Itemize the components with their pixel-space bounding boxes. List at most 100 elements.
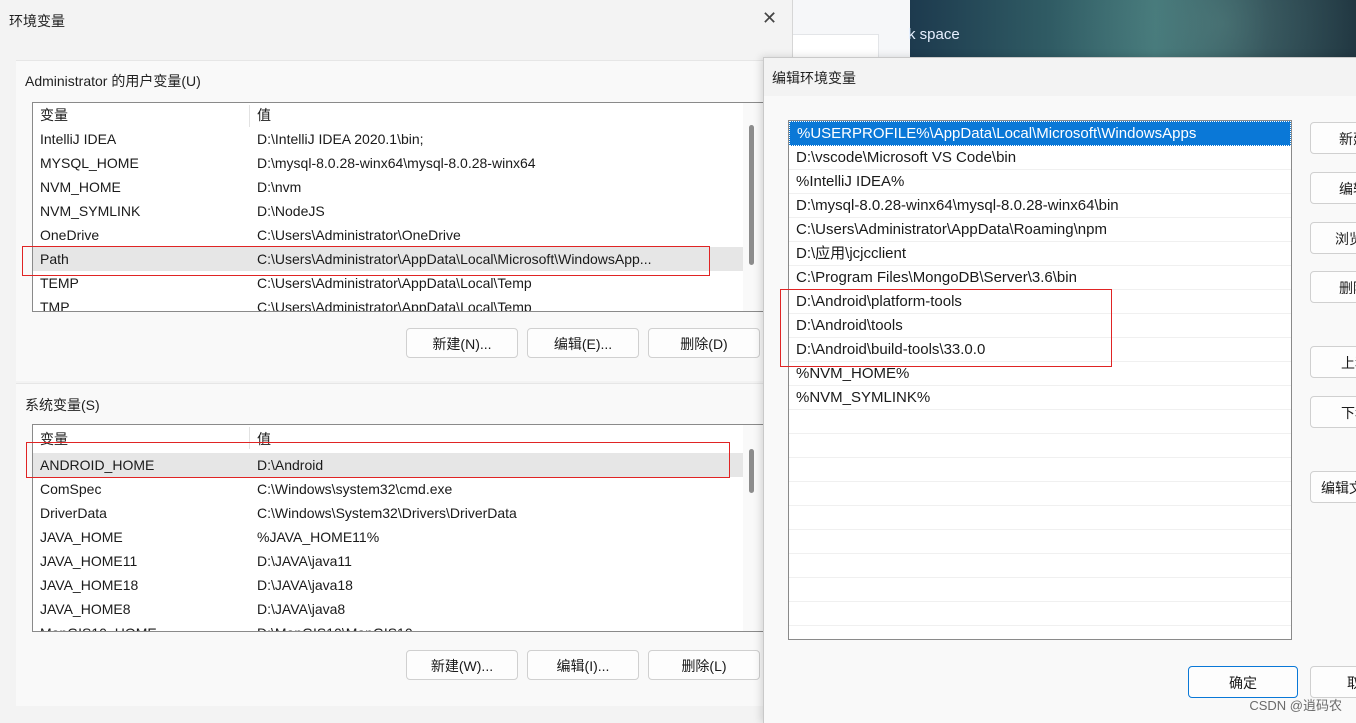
system-variables-label: 系统变量(S) bbox=[25, 397, 100, 413]
table-row[interactable]: TEMP C:\Users\Administrator\AppData\Local… bbox=[33, 271, 763, 295]
variable-value: C:\Users\Administrator\AppData\Local\Tem… bbox=[257, 275, 532, 291]
cancel-button[interactable]: 取消 bbox=[1310, 666, 1356, 698]
dialog-title: 环境变量 bbox=[9, 13, 65, 29]
list-item-empty[interactable] bbox=[789, 410, 1291, 434]
list-item[interactable]: D:\Android\build-tools\33.0.0 bbox=[789, 338, 1291, 362]
table-row-selected[interactable]: Path C:\Users\Administrator\AppData\Local… bbox=[33, 247, 763, 271]
variable-name: IntelliJ IDEA bbox=[40, 131, 117, 147]
scrollbar[interactable] bbox=[743, 425, 763, 631]
variable-name: JAVA_HOME bbox=[40, 529, 123, 545]
column-header-variable[interactable]: 变量 bbox=[40, 103, 68, 127]
variable-value: D:\Android bbox=[257, 457, 324, 473]
variable-name: JAVA_HOME18 bbox=[40, 577, 139, 593]
table-row[interactable]: NVM_SYMLINK D:\NodeJS bbox=[33, 199, 763, 223]
edit-env-variable-dialog: 编辑环境变量 %USERPROFILE%\AppData\Local\Micro… bbox=[763, 57, 1356, 723]
list-item-empty[interactable] bbox=[789, 482, 1291, 506]
edit-button[interactable]: 编辑(E) bbox=[1310, 172, 1356, 204]
scrollbar-thumb[interactable] bbox=[749, 449, 754, 493]
scrollbar[interactable] bbox=[743, 103, 763, 311]
variable-value: C:\Windows\System32\Drivers\DriverData bbox=[257, 505, 517, 521]
table-row[interactable]: JAVA_HOME8 D:\JAVA\java8 bbox=[33, 597, 763, 621]
move-up-button[interactable]: 上移(U) bbox=[1310, 346, 1356, 378]
table-row[interactable]: JAVA_HOME18 D:\JAVA\java18 bbox=[33, 573, 763, 597]
variable-value: D:\NodeJS bbox=[257, 203, 325, 219]
variable-value: D:\nvm bbox=[257, 179, 302, 195]
column-divider[interactable] bbox=[249, 105, 250, 127]
edit-text-button[interactable]: 编辑文本(T)... bbox=[1310, 471, 1356, 503]
table-row[interactable]: TMP C:\Users\Administrator\AppData\Local\… bbox=[33, 295, 763, 312]
dialog-titlebar: 编辑环境变量 bbox=[764, 58, 1356, 96]
background-link[interactable]: k space bbox=[908, 26, 960, 43]
variable-name: DriverData bbox=[40, 505, 107, 521]
list-item[interactable]: D:\mysql-8.0.28-winx64\mysql-8.0.28-winx… bbox=[789, 194, 1291, 218]
table-row[interactable]: MYSQL_HOME D:\mysql-8.0.28-winx64\mysql-8… bbox=[33, 151, 763, 175]
list-item[interactable]: C:\Program Files\MongoDB\Server\3.6\bin bbox=[789, 266, 1291, 290]
table-row[interactable]: JAVA_HOME11 D:\JAVA\java11 bbox=[33, 549, 763, 573]
list-header: 变量 值 bbox=[33, 425, 763, 453]
variable-name: ANDROID_HOME bbox=[40, 457, 155, 473]
table-row[interactable]: DriverData C:\Windows\System32\Drivers\Dr… bbox=[33, 501, 763, 525]
move-down-button[interactable]: 下移(O) bbox=[1310, 396, 1356, 428]
variable-name: NVM_SYMLINK bbox=[40, 203, 141, 219]
system-delete-button[interactable]: 删除(L) bbox=[648, 650, 760, 680]
list-item[interactable]: %NVM_HOME% bbox=[789, 362, 1291, 386]
close-icon[interactable]: ✕ bbox=[762, 8, 777, 29]
list-item[interactable]: C:\Users\Administrator\AppData\Roaming\n… bbox=[789, 218, 1291, 242]
list-item[interactable]: D:\应用\jcjcclient bbox=[789, 242, 1291, 266]
column-header-variable[interactable]: 变量 bbox=[40, 425, 68, 453]
variable-name: JAVA_HOME11 bbox=[40, 553, 138, 569]
scrollbar-thumb[interactable] bbox=[749, 125, 754, 265]
variable-value: D:\JAVA\java18 bbox=[257, 577, 353, 593]
delete-button[interactable]: 删除(D) bbox=[1310, 271, 1356, 303]
list-item-selected[interactable]: %USERPROFILE%\AppData\Local\Microsoft\Wi… bbox=[789, 121, 1291, 146]
system-new-button[interactable]: 新建(W)... bbox=[406, 650, 518, 680]
path-list[interactable]: %USERPROFILE%\AppData\Local\Microsoft\Wi… bbox=[788, 120, 1292, 640]
ok-button[interactable]: 确定 bbox=[1188, 666, 1298, 698]
variable-value: C:\Users\Administrator\AppData\Local\Mic… bbox=[257, 251, 652, 267]
variable-value: D:\JAVA\java8 bbox=[257, 601, 346, 617]
column-header-value[interactable]: 值 bbox=[257, 103, 735, 127]
variable-name: TMP bbox=[40, 299, 70, 312]
column-divider[interactable] bbox=[249, 427, 250, 449]
browse-button[interactable]: 浏览(B)... bbox=[1310, 222, 1356, 254]
column-header-value[interactable]: 值 bbox=[257, 425, 735, 453]
user-new-button[interactable]: 新建(N)... bbox=[406, 328, 518, 358]
variable-value: D:\mysql-8.0.28-winx64\mysql-8.0.28-winx… bbox=[257, 155, 536, 171]
background-image bbox=[910, 0, 1356, 60]
variable-name: Path bbox=[40, 251, 69, 267]
user-delete-button[interactable]: 删除(D) bbox=[648, 328, 760, 358]
table-row[interactable]: NVM_HOME D:\nvm bbox=[33, 175, 763, 199]
system-edit-button[interactable]: 编辑(I)... bbox=[527, 650, 639, 680]
variable-value: D:\IntelliJ IDEA 2020.1\bin; bbox=[257, 131, 424, 147]
table-row-selected[interactable]: ANDROID_HOME D:\Android bbox=[33, 453, 763, 477]
list-item[interactable]: %IntelliJ IDEA% bbox=[789, 170, 1291, 194]
list-item[interactable]: D:\vscode\Microsoft VS Code\bin bbox=[789, 146, 1291, 170]
user-variables-list[interactable]: 变量 值 IntelliJ IDEA D:\IntelliJ IDEA 2020.… bbox=[32, 102, 764, 312]
user-edit-button[interactable]: 编辑(E)... bbox=[527, 328, 639, 358]
variable-name: MYSQL_HOME bbox=[40, 155, 139, 171]
variable-value: D:\MapGIS10\MapGIS10 bbox=[257, 621, 735, 631]
variable-value: C:\Users\Administrator\AppData\Local\Tem… bbox=[257, 299, 532, 312]
table-row[interactable]: JAVA_HOME %JAVA_HOME11% bbox=[33, 525, 763, 549]
list-item-empty[interactable] bbox=[789, 554, 1291, 578]
table-row[interactable]: OneDrive C:\Users\Administrator\OneDrive bbox=[33, 223, 763, 247]
list-item-empty[interactable] bbox=[789, 578, 1291, 602]
list-header: 变量 值 bbox=[33, 103, 763, 127]
variable-name: MapGIS10_HOME bbox=[40, 621, 157, 631]
list-item[interactable]: %NVM_SYMLINK% bbox=[789, 386, 1291, 410]
list-item-empty[interactable] bbox=[789, 602, 1291, 626]
table-row[interactable]: IntelliJ IDEA D:\IntelliJ IDEA 2020.1\bin… bbox=[33, 127, 763, 151]
new-button[interactable]: 新建(N) bbox=[1310, 122, 1356, 154]
table-row[interactable]: MapGIS10_HOME D:\MapGIS10\MapGIS10 bbox=[33, 621, 763, 631]
list-item[interactable]: D:\Android\platform-tools bbox=[789, 290, 1291, 314]
list-item-empty[interactable] bbox=[789, 434, 1291, 458]
variable-value: C:\Windows\system32\cmd.exe bbox=[257, 481, 453, 497]
list-item-empty[interactable] bbox=[789, 530, 1291, 554]
table-row[interactable]: ComSpec C:\Windows\system32\cmd.exe bbox=[33, 477, 763, 501]
user-variables-label: Administrator 的用户变量(U) bbox=[25, 73, 201, 89]
list-item[interactable]: D:\Android\tools bbox=[789, 314, 1291, 338]
list-item-empty[interactable] bbox=[789, 506, 1291, 530]
system-variables-list[interactable]: 变量 值 ANDROID_HOME D:\Android ComSpec C:\Wi… bbox=[32, 424, 764, 632]
list-item-empty[interactable] bbox=[789, 458, 1291, 482]
variable-value: D:\JAVA\java11 bbox=[257, 553, 352, 569]
